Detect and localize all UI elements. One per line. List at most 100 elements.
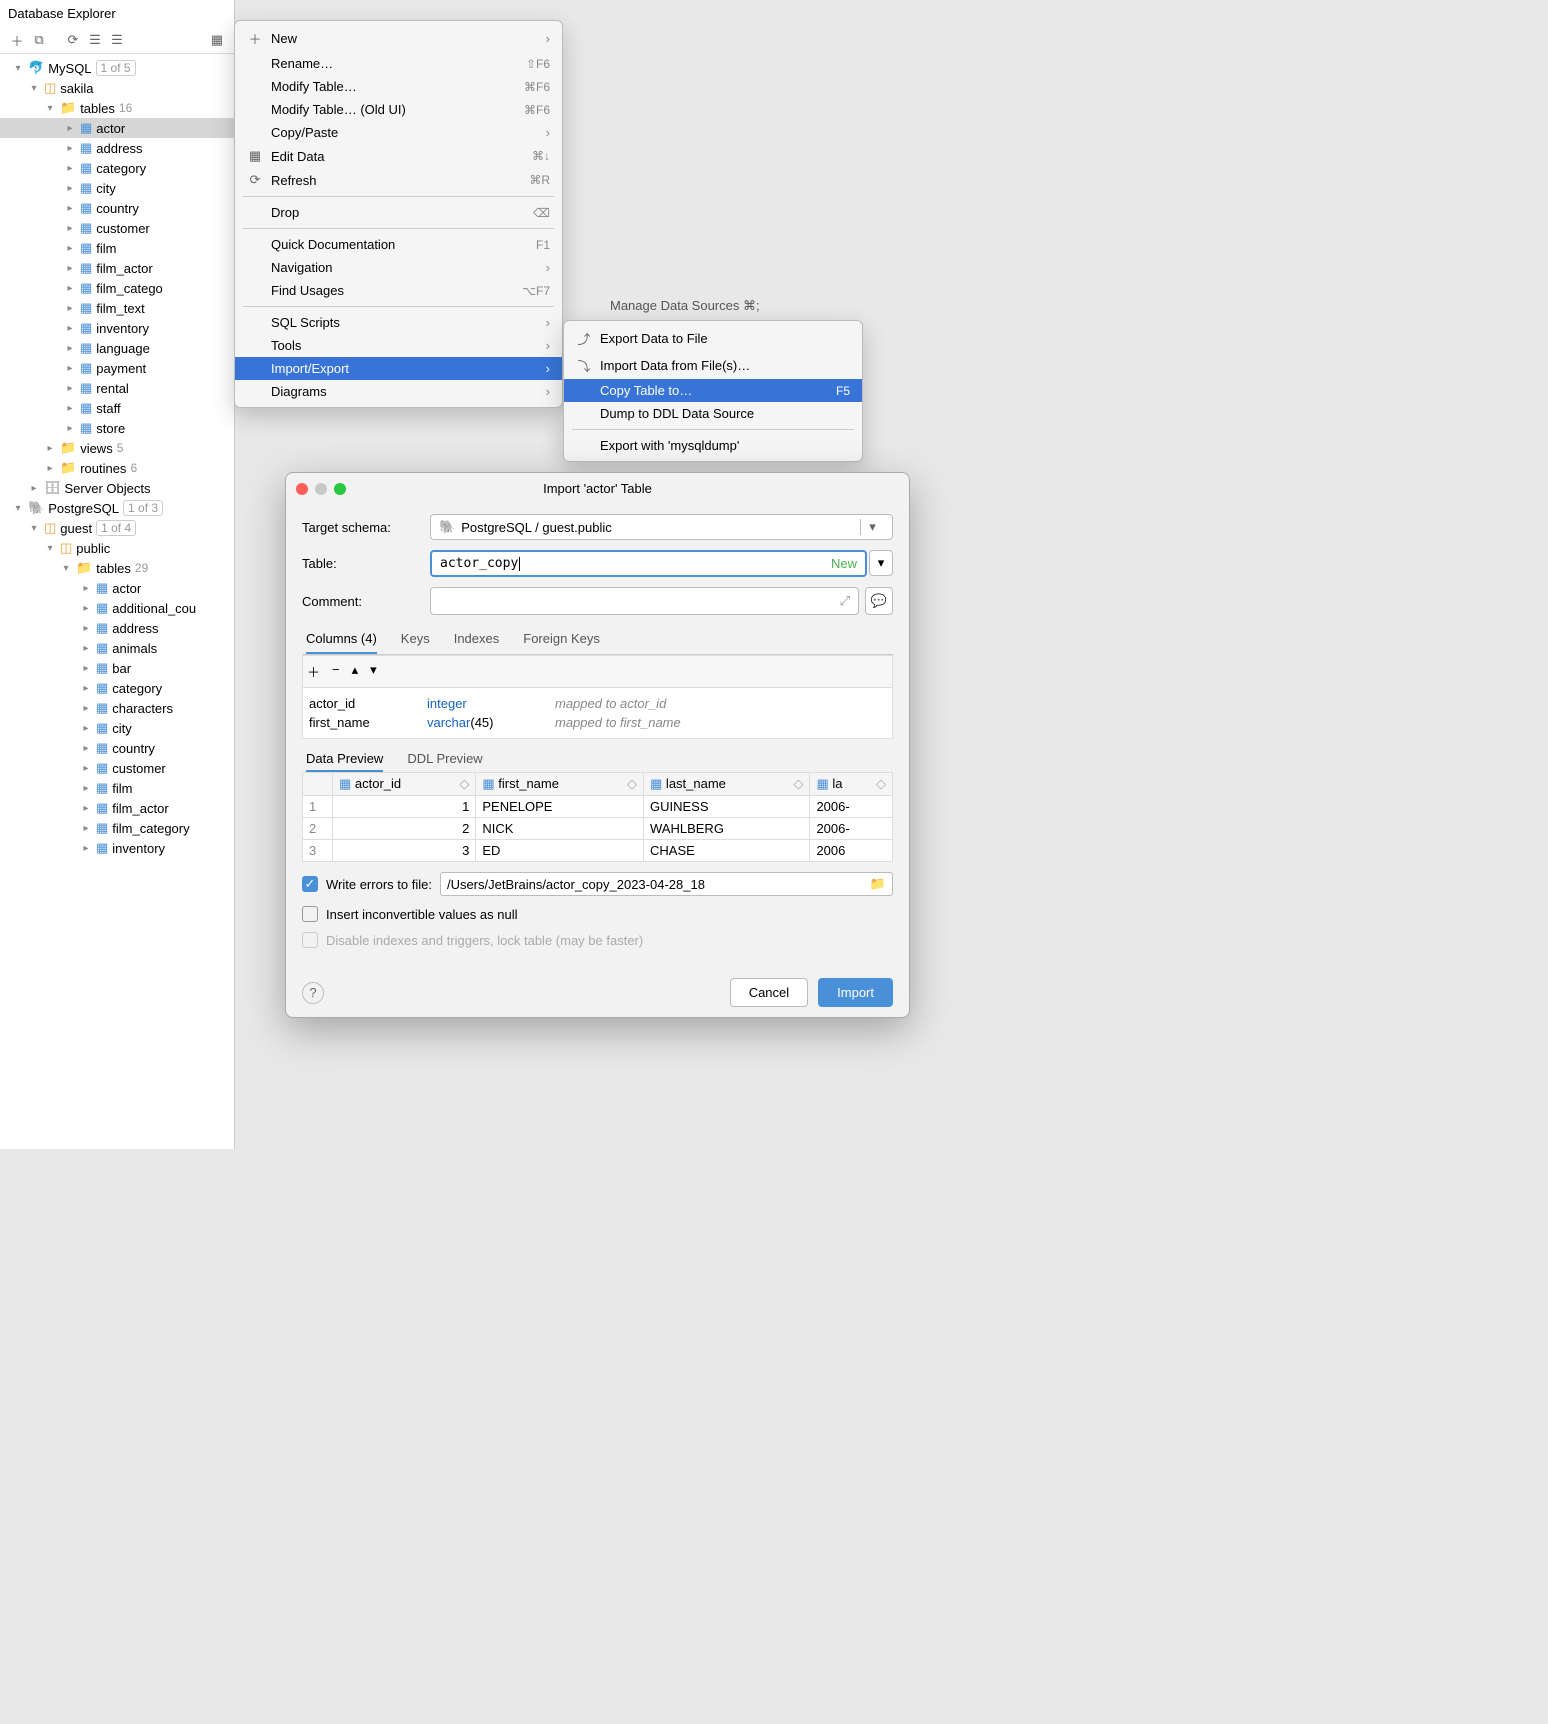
add-icon[interactable]: ＋ (307, 662, 320, 681)
column-header[interactable]: ▦ first_name ◇ (476, 773, 644, 796)
target-schema-dropdown[interactable]: 🐘 PostgreSQL / guest.public ▾ (430, 514, 893, 540)
tree-table-store[interactable]: ▸▦store (0, 418, 234, 438)
ctx-modify-old[interactable]: Modify Table… (Old UI)⌘F6 (235, 98, 562, 121)
tab-ddl-preview[interactable]: DDL Preview (407, 747, 482, 772)
close-icon[interactable] (296, 483, 308, 495)
column-list[interactable]: actor_idintegermapped to actor_idfirst_n… (302, 687, 893, 739)
tree-table-inventory[interactable]: ▸▦inventory (0, 838, 234, 858)
comment-icon-button[interactable]: 💬 (865, 587, 893, 615)
tree-table-country[interactable]: ▸▦country (0, 738, 234, 758)
chevron-down-icon[interactable]: ▾ (860, 519, 884, 535)
tree-postgres[interactable]: ▾🐘PostgreSQL1 of 3 (0, 498, 234, 518)
checkbox-insert-null[interactable] (302, 906, 318, 922)
tree-table-bar[interactable]: ▸▦bar (0, 658, 234, 678)
ctx-drop[interactable]: Drop⌫ (235, 201, 562, 224)
tree-table-actor[interactable]: ▸▦actor (0, 578, 234, 598)
window-controls[interactable] (296, 483, 346, 495)
tab-indexes[interactable]: Indexes (454, 625, 500, 654)
errors-path-input[interactable]: /Users/JetBrains/actor_copy_2023-04-28_1… (440, 872, 893, 896)
sub-export-file[interactable]: ⤴Export Data to File (564, 325, 862, 352)
ctx-findusages[interactable]: Find Usages⌥F7 (235, 279, 562, 302)
column-header[interactable]: ▦ la ◇ (810, 773, 893, 796)
remove-icon[interactable]: − (332, 662, 340, 681)
comment-input[interactable]: ⤢ (430, 587, 859, 615)
tree-table-address[interactable]: ▸▦address (0, 138, 234, 158)
up-icon[interactable]: ▴ (352, 662, 359, 681)
tab-data-preview[interactable]: Data Preview (306, 747, 383, 772)
sub-mysqldump[interactable]: Export with 'mysqldump' (564, 434, 862, 457)
tree-table-staff[interactable]: ▸▦staff (0, 398, 234, 418)
db-stop-icon[interactable]: ☰ (108, 31, 126, 49)
ctx-diagrams[interactable]: Diagrams› (235, 380, 562, 403)
zoom-icon[interactable] (334, 483, 346, 495)
tab-keys[interactable]: Keys (401, 625, 430, 654)
tree-mysql[interactable]: ▾🐬MySQL1 of 5 (0, 58, 234, 78)
tree-table-film_category[interactable]: ▸▦film_category (0, 818, 234, 838)
folder-icon[interactable]: 📁 (870, 876, 886, 892)
tree-sakila[interactable]: ▾◫sakila (0, 78, 234, 98)
column-row[interactable]: actor_idintegermapped to actor_id (309, 694, 886, 713)
column-header[interactable]: ▦ last_name ◇ (644, 773, 810, 796)
ctx-rename[interactable]: Rename…⇧F6 (235, 52, 562, 75)
tree-table-rental[interactable]: ▸▦rental (0, 378, 234, 398)
ctx-modify[interactable]: Modify Table…⌘F6 (235, 75, 562, 98)
down-icon[interactable]: ▾ (370, 662, 377, 681)
minimize-icon[interactable] (315, 483, 327, 495)
tree-server-objects[interactable]: ▸🗄Server Objects (0, 478, 234, 498)
tree-tables-pg[interactable]: ▾📁tables29 (0, 558, 234, 578)
table-view-icon[interactable]: ▦ (208, 31, 226, 49)
tree-table-customer[interactable]: ▸▦customer (0, 218, 234, 238)
tree-views[interactable]: ▸📁views5 (0, 438, 234, 458)
table-row[interactable]: 11PENELOPEGUINESS2006- (303, 796, 893, 818)
tree-table-film[interactable]: ▸▦film (0, 778, 234, 798)
tree-table-customer[interactable]: ▸▦customer (0, 758, 234, 778)
column-row[interactable]: first_namevarchar(45)mapped to first_nam… (309, 713, 886, 732)
tree-table-city[interactable]: ▸▦city (0, 178, 234, 198)
tree-table-film[interactable]: ▸▦film (0, 238, 234, 258)
checkbox-write-errors[interactable]: ✓ (302, 876, 318, 892)
tab-foreign-keys[interactable]: Foreign Keys (523, 625, 600, 654)
refresh-icon[interactable]: ⟳ (64, 31, 82, 49)
column-header[interactable]: ▦ actor_id ◇ (333, 773, 476, 796)
table-row[interactable]: 22NICKWAHLBERG2006- (303, 818, 893, 840)
tree-table-additional_cou[interactable]: ▸▦additional_cou (0, 598, 234, 618)
sub-dump-ddl[interactable]: Dump to DDL Data Source (564, 402, 862, 425)
table-name-input[interactable]: actor_copy New (430, 550, 867, 577)
ctx-navigation[interactable]: Navigation› (235, 256, 562, 279)
tree-table-payment[interactable]: ▸▦payment (0, 358, 234, 378)
tree-routines[interactable]: ▸📁routines6 (0, 458, 234, 478)
tree-table-category[interactable]: ▸▦category (0, 678, 234, 698)
tree-table-characters[interactable]: ▸▦characters (0, 698, 234, 718)
tree-table-film_actor[interactable]: ▸▦film_actor (0, 798, 234, 818)
chevron-down-icon[interactable]: ▾ (869, 550, 893, 576)
expand-icon[interactable]: ⤢ (840, 593, 850, 609)
tree-table-film_catego[interactable]: ▸▦film_catego (0, 278, 234, 298)
ctx-importexport[interactable]: Import/Export› (235, 357, 562, 380)
ctx-refresh[interactable]: ⟳Refresh⌘R (235, 168, 562, 192)
ctx-new[interactable]: ＋New› (235, 25, 562, 52)
tree-table-inventory[interactable]: ▸▦inventory (0, 318, 234, 338)
tree-table-country[interactable]: ▸▦country (0, 198, 234, 218)
tree-table-film_actor[interactable]: ▸▦film_actor (0, 258, 234, 278)
tree-table-city[interactable]: ▸▦city (0, 718, 234, 738)
ctx-tools[interactable]: Tools› (235, 334, 562, 357)
db-icon[interactable]: ☰ (86, 31, 104, 49)
copy-icon[interactable]: ⧉ (30, 31, 48, 49)
ctx-quickdoc[interactable]: Quick DocumentationF1 (235, 233, 562, 256)
import-button[interactable]: Import (818, 978, 893, 1007)
help-icon[interactable]: ? (302, 982, 324, 1004)
ctx-copypaste[interactable]: Copy/Paste› (235, 121, 562, 144)
tree-table-actor[interactable]: ▸▦actor (0, 118, 234, 138)
ctx-editdata[interactable]: ▦Edit Data⌘↓ (235, 144, 562, 168)
tree-public[interactable]: ▾◫public (0, 538, 234, 558)
tree-guest[interactable]: ▾◫guest1 of 4 (0, 518, 234, 538)
ctx-sqlscripts[interactable]: SQL Scripts› (235, 311, 562, 334)
sub-import-file[interactable]: ⤵Import Data from File(s)… (564, 352, 862, 379)
tree-tables-mysql[interactable]: ▾📁tables16 (0, 98, 234, 118)
add-icon[interactable]: ＋ (8, 31, 26, 49)
tab-columns[interactable]: Columns (4) (306, 625, 377, 654)
tree-table-animals[interactable]: ▸▦animals (0, 638, 234, 658)
sub-copy-table[interactable]: Copy Table to…F5 (564, 379, 862, 402)
cancel-button[interactable]: Cancel (730, 978, 808, 1007)
tree-table-language[interactable]: ▸▦language (0, 338, 234, 358)
